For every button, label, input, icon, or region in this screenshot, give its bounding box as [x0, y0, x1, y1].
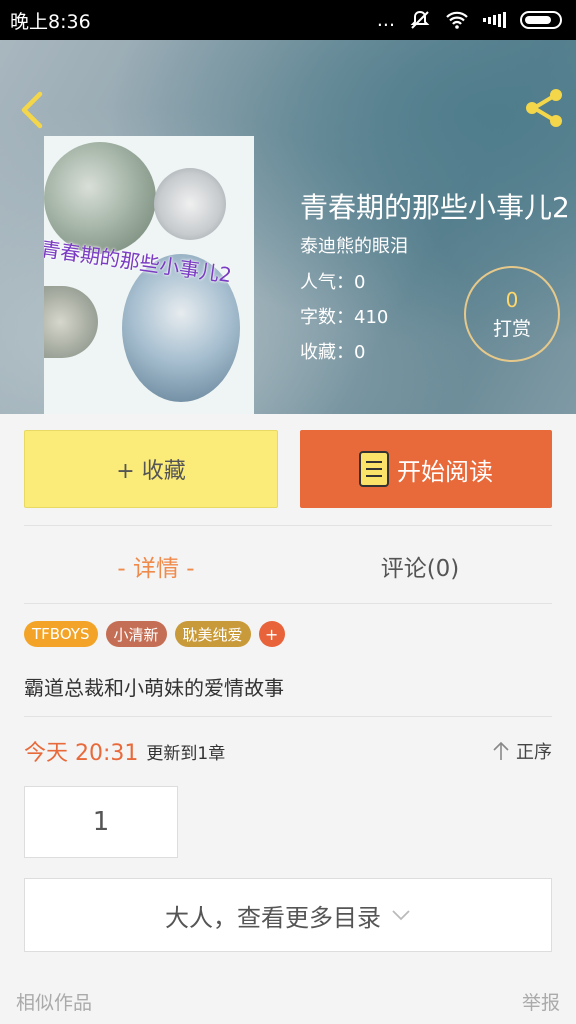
tip-count: 0 [505, 287, 519, 312]
share-icon [526, 89, 562, 127]
tab-comments[interactable]: 评论(0) [288, 530, 552, 602]
tip-label: 打赏 [492, 317, 531, 340]
back-button[interactable] [14, 88, 50, 132]
detail-tabs: - 详情 - 评论(0) [24, 530, 552, 602]
status-icons: ... [377, 9, 562, 31]
more-catalog-label: 大人，查看更多目录 [165, 903, 381, 932]
tab-detail[interactable]: - 详情 - [24, 530, 288, 602]
tag-list: TFBOYS 小清新 耽美纯爱 + [24, 621, 285, 647]
update-time: 今天 20:31 [24, 741, 139, 766]
divider [24, 716, 552, 717]
more-dots-icon: ... [376, 9, 395, 31]
book-icon [359, 451, 389, 487]
more-catalog-button[interactable]: 大人，查看更多目录 [24, 878, 552, 952]
update-text: 更新到1章 [146, 743, 226, 764]
chapter-item[interactable]: 1 [24, 786, 178, 858]
book-author[interactable]: 泰迪熊的眼泪 [300, 232, 408, 258]
cover-photo-2 [154, 168, 226, 240]
divider [24, 603, 552, 604]
word-count-stat: 字数：410 [300, 307, 389, 328]
update-info: 今天 20:31 更新到1章 正序 [24, 736, 552, 766]
divider [24, 525, 552, 526]
book-cover[interactable]: 青春期的那些小事儿2 [44, 136, 254, 414]
tag-fresh[interactable]: 小清新 [105, 621, 167, 647]
status-bar: 晚上8:36 ... [0, 0, 576, 40]
arrow-up-icon [493, 741, 509, 760]
tag-romance[interactable]: 耽美纯爱 [174, 621, 251, 647]
cover-photo-3 [44, 286, 98, 358]
signal-icon [483, 12, 506, 28]
chevron-left-icon [21, 91, 43, 129]
similar-works-heading: 相似作品 [16, 992, 93, 1014]
book-title: 青春期的那些小事儿2 [300, 191, 570, 224]
chevron-down-icon [392, 910, 410, 921]
battery-icon [520, 11, 562, 29]
book-description: 霸道总裁和小萌妹的爱情故事 [24, 676, 284, 700]
favorites-stat: 收藏：0 [300, 342, 366, 363]
tag-tfboys[interactable]: TFBOYS [24, 621, 98, 647]
start-reading-button[interactable]: 开始阅读 [300, 430, 552, 508]
start-reading-label: 开始阅读 [397, 457, 493, 486]
wifi-icon [445, 11, 469, 29]
report-button[interactable]: 举报 [522, 988, 560, 1015]
mute-icon [409, 9, 431, 31]
add-tag-button[interactable]: + [258, 621, 285, 647]
popularity-stat: 人气：0 [300, 272, 366, 293]
tip-button[interactable]: 0 打赏 [464, 266, 560, 362]
add-favorite-button[interactable]: + 收藏 [24, 430, 278, 508]
book-header: 青春期的那些小事儿2 青春期的那些小事儿2 泰迪熊的眼泪 人气：0 字数：410… [0, 40, 576, 414]
share-button[interactable] [522, 86, 566, 130]
sort-order-label: 正序 [516, 742, 552, 763]
status-time: 晚上8:36 [10, 10, 91, 33]
sort-order-button[interactable]: 正序 [492, 738, 552, 764]
